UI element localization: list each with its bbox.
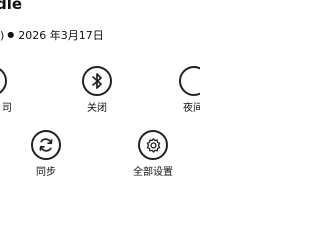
status-leading-text: ) — [0, 28, 5, 42]
night-mode-label: 夜间 — [183, 103, 200, 114]
date-text: 2026 年3月17日 — [18, 29, 104, 42]
status-separator-dot: ● — [7, 29, 15, 39]
all-settings-label: 全部设置 — [133, 167, 173, 178]
bluetooth-icon — [82, 66, 112, 96]
bluetooth-control[interactable]: 关闭 — [67, 66, 127, 114]
night-mode-control[interactable]: 夜间 — [164, 66, 200, 114]
left-top-label: 司 — [2, 103, 12, 114]
bluetooth-label: 关闭 — [87, 103, 107, 114]
left-top-control[interactable]: 司 — [0, 66, 22, 114]
left-top-icon — [0, 66, 7, 96]
all-settings-control[interactable]: 全部设置 — [123, 130, 183, 178]
quick-settings-panel: dle ) ● 2026 年3月17日 司 关闭 夜间 同步 全部设置 — [0, 0, 200, 200]
gear-icon — [138, 130, 168, 160]
night-mode-icon — [179, 66, 200, 96]
sync-control[interactable]: 同步 — [16, 130, 76, 178]
status-line: ) ● 2026 年3月17日 — [0, 27, 104, 43]
sync-label: 同步 — [36, 167, 56, 178]
device-title: dle — [0, 0, 23, 13]
sync-icon — [31, 130, 61, 160]
